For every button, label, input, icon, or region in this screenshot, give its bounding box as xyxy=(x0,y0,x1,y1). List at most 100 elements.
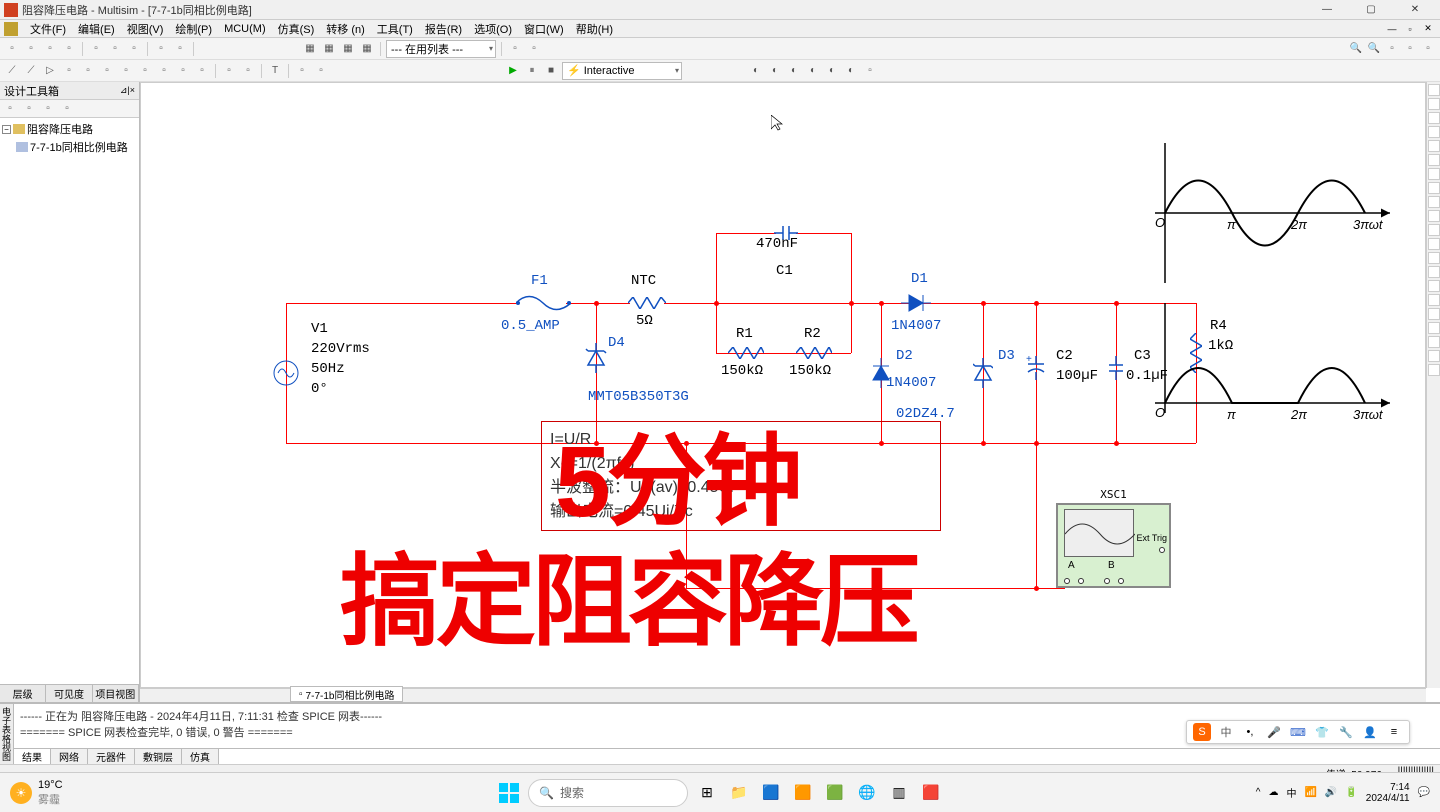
place-text-icon[interactable]: T xyxy=(267,63,283,79)
ime-toolbar[interactable]: S 中 •, 🎤 ⌨ 👕 🔧 👤 ≡ xyxy=(1186,720,1410,744)
inst-freq-icon[interactable] xyxy=(1428,168,1440,180)
mdi-restore[interactable]: ▫ xyxy=(1402,22,1418,36)
tray-battery-icon[interactable]: 🔋 xyxy=(1345,787,1357,798)
c1-label[interactable]: C1 xyxy=(776,263,793,279)
run-button[interactable]: ▶ xyxy=(505,63,521,79)
menu-view[interactable]: 视图(V) xyxy=(121,21,170,37)
inst-curr-icon[interactable] xyxy=(1428,364,1440,376)
inst5-icon[interactable]: ◐ xyxy=(824,63,840,79)
probe-icon[interactable]: ▫ xyxy=(507,41,523,57)
cut-icon[interactable]: ▫ xyxy=(88,41,104,57)
list-combo[interactable]: --- 在用列表 --- xyxy=(386,40,496,58)
app-icon-1[interactable]: 🟦 xyxy=(758,780,784,806)
ss-tab-components[interactable]: 元器件 xyxy=(88,749,135,764)
app-icon-3[interactable]: 🟩 xyxy=(822,780,848,806)
inst-multimeter-icon[interactable] xyxy=(1428,84,1440,96)
d1-label[interactable]: D1 xyxy=(911,271,928,287)
zoom-fit-icon[interactable]: ▫ xyxy=(1384,41,1400,57)
app-icon-4[interactable]: 🟥 xyxy=(918,780,944,806)
grid-icon[interactable]: ▦ xyxy=(302,41,318,57)
inst7-icon[interactable]: ▫ xyxy=(862,63,878,79)
paste-icon[interactable]: ▫ xyxy=(126,41,142,57)
formula-annotation[interactable]: I=U/R Xc=1/(2πfc) 半波整流：Uo(av)=0.45Ui 输出电… xyxy=(541,421,941,531)
ime-logo-icon[interactable]: S xyxy=(1193,723,1211,741)
inst1-icon[interactable]: ◐ xyxy=(748,63,764,79)
menu-edit[interactable]: 编辑(E) xyxy=(72,21,121,37)
menu-simulate[interactable]: 仿真(S) xyxy=(272,21,321,37)
tree-root[interactable]: 阻容降压电路 xyxy=(27,121,93,137)
tray-ime-icon[interactable]: 中 xyxy=(1286,785,1296,800)
save-icon[interactable]: ▫ xyxy=(42,41,58,57)
mdi-close[interactable]: ✕ xyxy=(1420,22,1436,36)
comp-analog-icon[interactable]: ▫ xyxy=(80,63,96,79)
menu-place[interactable]: 绘制(P) xyxy=(169,21,218,37)
stop-button[interactable]: ■ xyxy=(543,63,559,79)
pause-button[interactable]: ⏸ xyxy=(524,63,540,79)
inst-iv-icon[interactable] xyxy=(1428,224,1440,236)
mdi-minimize[interactable]: — xyxy=(1384,22,1400,36)
comp-rf-icon[interactable]: ▫ xyxy=(221,63,237,79)
inst3-icon[interactable]: ◐ xyxy=(786,63,802,79)
print-icon[interactable]: ▫ xyxy=(61,41,77,57)
ime-voice-icon[interactable]: 🎤 xyxy=(1265,723,1283,741)
tray-expand-icon[interactable]: ^ xyxy=(1256,787,1261,798)
comp-em-icon[interactable]: ▫ xyxy=(240,63,256,79)
inst-4ch-icon[interactable] xyxy=(1428,140,1440,152)
r2-label[interactable]: R2 xyxy=(804,326,821,342)
side-tab-hierarchy[interactable]: 层级 xyxy=(0,685,46,702)
comp-source-icon[interactable]: ⟋ xyxy=(4,63,20,79)
menu-options[interactable]: 选项(O) xyxy=(468,21,518,37)
taskbar-search[interactable]: 🔍 搜索 xyxy=(528,779,688,807)
ime-user-icon[interactable]: 👤 xyxy=(1361,723,1379,741)
tree-open-icon[interactable]: ▫ xyxy=(21,101,37,117)
ss-tab-nets[interactable]: 网络 xyxy=(51,749,88,764)
comp-net-icon[interactable]: ▫ xyxy=(313,63,329,79)
app-icon-2[interactable]: 🟧 xyxy=(790,780,816,806)
d4-label[interactable]: D4 xyxy=(608,335,625,351)
spreadsheet-vtab[interactable]: 电子表格视图 xyxy=(0,704,14,764)
d2-label[interactable]: D2 xyxy=(896,348,913,364)
edge-icon[interactable]: 🌐 xyxy=(854,780,880,806)
ime-menu-icon[interactable]: ≡ xyxy=(1385,723,1403,741)
side-tab-visibility[interactable]: 可见度 xyxy=(46,685,92,702)
r1-label[interactable]: R1 xyxy=(736,326,753,342)
tree-save-icon[interactable]: ▫ xyxy=(40,101,56,117)
d3-label[interactable]: D3 xyxy=(998,348,1015,364)
c2-label[interactable]: C2 xyxy=(1056,348,1073,364)
ime-skin-icon[interactable]: 👕 xyxy=(1313,723,1331,741)
grid3-icon[interactable]: ▦ xyxy=(340,41,356,57)
tree-refresh-icon[interactable]: ▫ xyxy=(59,101,75,117)
ss-tab-results[interactable]: 结果 xyxy=(14,749,51,764)
mode-combo[interactable]: ⚡Interactive xyxy=(562,62,682,80)
zoom-out-icon[interactable]: 🔍 xyxy=(1366,41,1382,57)
menu-file[interactable]: 文件(F) xyxy=(24,21,72,37)
inst4-icon[interactable]: ◐ xyxy=(805,63,821,79)
ntc-label[interactable]: NTC xyxy=(631,273,656,289)
tray-wifi-icon[interactable]: 📶 xyxy=(1304,787,1316,798)
menu-help[interactable]: 帮助(H) xyxy=(570,21,619,37)
inst-agmm-icon[interactable] xyxy=(1428,294,1440,306)
notifications-icon[interactable]: 💬 xyxy=(1418,787,1430,798)
side-tab-project[interactable]: 项目视图 xyxy=(93,685,139,702)
ime-punct-icon[interactable]: •, xyxy=(1241,723,1259,741)
design-tree[interactable]: − 阻容降压电路 7-7-1b同相比例电路 xyxy=(0,118,139,684)
probe2-icon[interactable]: ▫ xyxy=(526,41,542,57)
grid2-icon[interactable]: ▦ xyxy=(321,41,337,57)
close-button[interactable]: ✕ xyxy=(1394,1,1436,19)
inst6-icon[interactable]: ◐ xyxy=(843,63,859,79)
tree-child[interactable]: 7-7-1b同相比例电路 xyxy=(30,139,128,155)
inst-dist-icon[interactable] xyxy=(1428,238,1440,250)
comp-bus-icon[interactable]: ▫ xyxy=(294,63,310,79)
zoom-area-icon[interactable]: ▫ xyxy=(1402,41,1418,57)
ss-tab-sim[interactable]: 仿真 xyxy=(182,749,219,764)
tree-new-icon[interactable]: ▫ xyxy=(2,101,18,117)
inst-word-icon[interactable] xyxy=(1428,182,1440,194)
comp-ttl-icon[interactable]: ▫ xyxy=(99,63,115,79)
inst-agsc-icon[interactable] xyxy=(1428,308,1440,320)
inst2-icon[interactable]: ◐ xyxy=(767,63,783,79)
menu-tools[interactable]: 工具(T) xyxy=(371,21,419,37)
comp-diode-icon[interactable]: ▷ xyxy=(42,63,58,79)
menu-mcu[interactable]: MCU(M) xyxy=(218,23,272,35)
c3-label[interactable]: C3 xyxy=(1134,348,1151,364)
inst-wattmeter-icon[interactable] xyxy=(1428,112,1440,124)
